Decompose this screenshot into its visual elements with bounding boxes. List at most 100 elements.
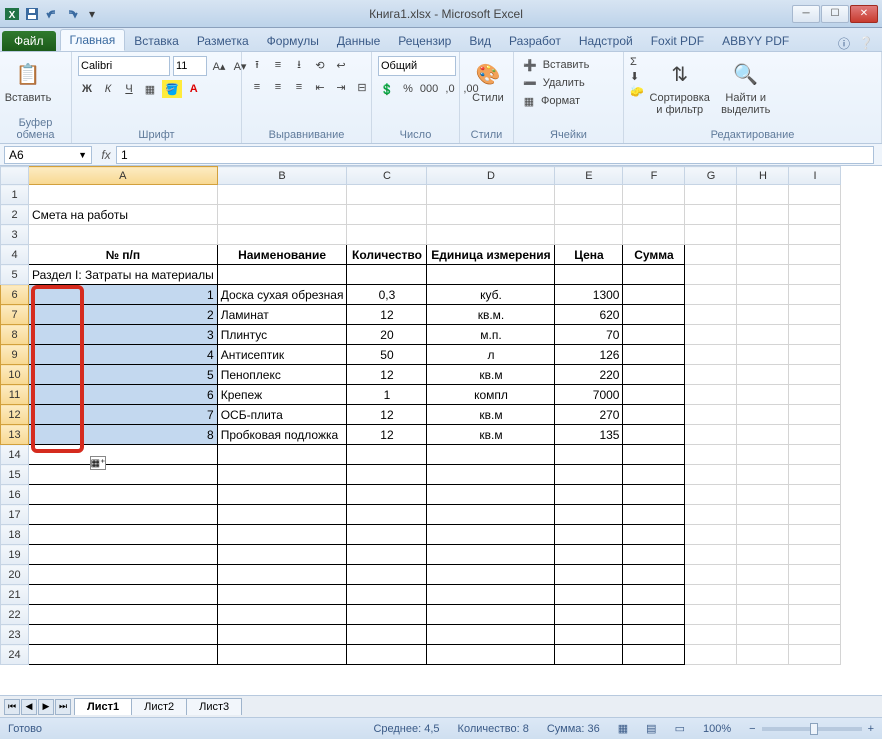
grow-font-icon[interactable]: A▴ — [210, 57, 228, 75]
cell-A10[interactable]: 5 — [29, 365, 218, 385]
tab-addins[interactable]: Надстрой — [570, 31, 642, 51]
align-middle-icon[interactable]: ≡ — [269, 56, 287, 74]
row-header-22[interactable]: 22 — [1, 605, 29, 625]
align-right-icon[interactable]: ≡ — [290, 78, 308, 96]
tab-nav-last[interactable]: ⏭ — [55, 699, 71, 715]
cell-G15[interactable] — [685, 465, 737, 485]
cell-I12[interactable] — [789, 405, 841, 425]
orientation-icon[interactable]: ⟲ — [311, 56, 329, 74]
cell-B10[interactable]: Пеноплекс — [217, 365, 347, 385]
col-header-C[interactable]: C — [347, 167, 427, 185]
align-bottom-icon[interactable]: ⭳ — [290, 56, 308, 74]
tab-file[interactable]: Файл — [2, 31, 56, 51]
cell-D13[interactable]: кв.м — [427, 425, 555, 445]
cell-H11[interactable] — [737, 385, 789, 405]
cell-D11[interactable]: компл — [427, 385, 555, 405]
cell-E20[interactable] — [555, 565, 623, 585]
cell-B11[interactable]: Крепеж — [217, 385, 347, 405]
cell-B6[interactable]: Доска сухая обрезная — [217, 285, 347, 305]
cell-D7[interactable]: кв.м. — [427, 305, 555, 325]
insert-cells-button[interactable]: ➕ — [520, 56, 540, 74]
cell-H16[interactable] — [737, 485, 789, 505]
cell-A14[interactable] — [29, 445, 218, 465]
cell-D10[interactable]: кв.м — [427, 365, 555, 385]
percent-icon[interactable]: % — [399, 80, 417, 98]
cell-C22[interactable] — [347, 605, 427, 625]
cell-D18[interactable] — [427, 525, 555, 545]
cell-B4[interactable]: Наименование — [217, 245, 347, 265]
font-size-combo[interactable] — [173, 56, 207, 76]
cell-H2[interactable] — [737, 205, 789, 225]
chevron-down-icon[interactable]: ▼ — [78, 150, 87, 160]
autofill-options-icon[interactable]: ▦⁺ — [90, 456, 106, 470]
cell-I1[interactable] — [789, 185, 841, 205]
cell-G13[interactable] — [685, 425, 737, 445]
cell-C23[interactable] — [347, 625, 427, 645]
cell-G9[interactable] — [685, 345, 737, 365]
cell-D23[interactable] — [427, 625, 555, 645]
zoom-out-icon[interactable]: − — [749, 723, 755, 735]
cell-D17[interactable] — [427, 505, 555, 525]
cell-B17[interactable] — [217, 505, 347, 525]
italic-button[interactable]: К — [99, 80, 117, 98]
cell-G21[interactable] — [685, 585, 737, 605]
cell-H24[interactable] — [737, 645, 789, 665]
row-header-7[interactable]: 7 — [1, 305, 29, 325]
formula-input[interactable]: 1 — [116, 146, 874, 164]
zoom-level[interactable]: 100% — [703, 723, 731, 735]
cell-F6[interactable] — [623, 285, 685, 305]
cell-E16[interactable] — [555, 485, 623, 505]
cell-A12[interactable]: 7 — [29, 405, 218, 425]
row-header-10[interactable]: 10 — [1, 365, 29, 385]
cell-A15[interactable] — [29, 465, 218, 485]
worksheet[interactable]: ABCDEFGHI12Смета на работы34№ п/пНаимено… — [0, 166, 882, 695]
cell-I8[interactable] — [789, 325, 841, 345]
align-left-icon[interactable]: ≡ — [248, 78, 266, 96]
cell-I2[interactable] — [789, 205, 841, 225]
zoom-in-icon[interactable]: + — [868, 723, 874, 735]
view-layout-icon[interactable]: ▤ — [646, 722, 656, 735]
tab-nav-prev[interactable]: ◀ — [21, 699, 37, 715]
cell-D1[interactable] — [427, 185, 555, 205]
cell-C24[interactable] — [347, 645, 427, 665]
tab-foxit[interactable]: Foxit PDF — [642, 31, 713, 51]
cell-G18[interactable] — [685, 525, 737, 545]
cell-E13[interactable]: 135 — [555, 425, 623, 445]
cell-G6[interactable] — [685, 285, 737, 305]
cell-I7[interactable] — [789, 305, 841, 325]
cell-A1[interactable] — [29, 185, 218, 205]
cell-C13[interactable]: 12 — [347, 425, 427, 445]
merge-icon[interactable]: ⊟ — [353, 78, 371, 96]
tab-developer[interactable]: Разработ — [500, 31, 570, 51]
cell-D5[interactable] — [427, 265, 555, 285]
cell-I24[interactable] — [789, 645, 841, 665]
row-header-23[interactable]: 23 — [1, 625, 29, 645]
tab-nav-next[interactable]: ▶ — [38, 699, 54, 715]
cell-F19[interactable] — [623, 545, 685, 565]
cell-C12[interactable]: 12 — [347, 405, 427, 425]
row-header-8[interactable]: 8 — [1, 325, 29, 345]
cell-I20[interactable] — [789, 565, 841, 585]
cell-I19[interactable] — [789, 545, 841, 565]
cell-I23[interactable] — [789, 625, 841, 645]
cell-C15[interactable] — [347, 465, 427, 485]
cell-I14[interactable] — [789, 445, 841, 465]
cell-H19[interactable] — [737, 545, 789, 565]
cell-I15[interactable] — [789, 465, 841, 485]
row-header-15[interactable]: 15 — [1, 465, 29, 485]
cell-I17[interactable] — [789, 505, 841, 525]
cell-C9[interactable]: 50 — [347, 345, 427, 365]
row-header-14[interactable]: 14 — [1, 445, 29, 465]
cell-E3[interactable] — [555, 225, 623, 245]
fill-color-button[interactable]: 🪣 — [162, 80, 182, 98]
cell-F16[interactable] — [623, 485, 685, 505]
cell-B23[interactable] — [217, 625, 347, 645]
cell-B13[interactable]: Пробковая подложка — [217, 425, 347, 445]
styles-button[interactable]: 🎨 Стили — [466, 56, 510, 106]
cell-G4[interactable] — [685, 245, 737, 265]
cell-F21[interactable] — [623, 585, 685, 605]
cell-H14[interactable] — [737, 445, 789, 465]
cell-B12[interactable]: ОСБ-плита — [217, 405, 347, 425]
cell-E8[interactable]: 70 — [555, 325, 623, 345]
cell-B5[interactable] — [217, 265, 347, 285]
